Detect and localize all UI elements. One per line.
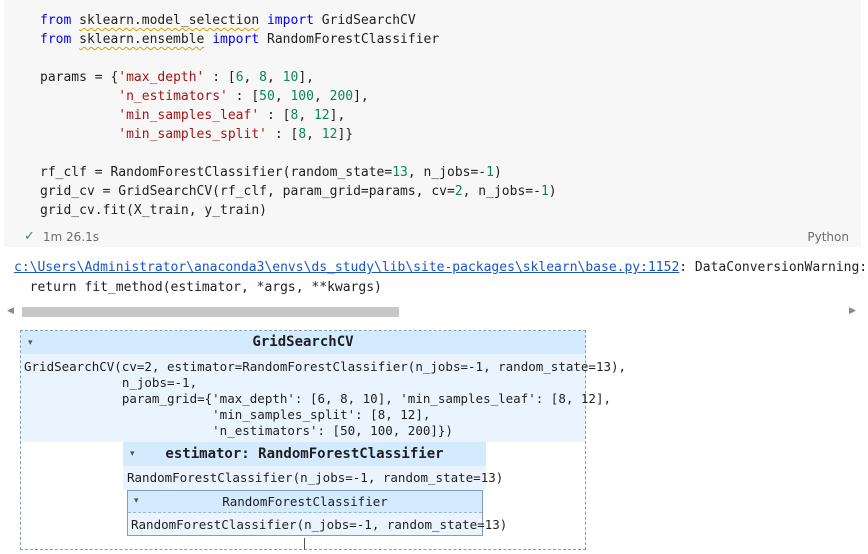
code-token: : [ <box>259 108 291 123</box>
code-token: params = { <box>40 70 119 85</box>
code-token: 12 <box>321 127 338 142</box>
code-token: 6 <box>235 70 244 85</box>
gridsearchcv-header[interactable]: ▾ GridSearchCV <box>21 331 585 354</box>
code-line: rf_clf = RandomForestClassifier(random_s… <box>40 163 557 182</box>
code-token: 10 <box>282 70 299 85</box>
warning-line2: return fit_method(estimator, *args, **kw… <box>14 280 382 295</box>
scrollbar-thumb[interactable] <box>22 307 399 317</box>
code-token: from <box>40 13 72 28</box>
code-token: , <box>306 127 322 142</box>
code-token: 1 <box>540 184 549 199</box>
scroll-right-icon[interactable]: ▶ <box>849 306 856 316</box>
scroll-left-icon[interactable]: ◀ <box>7 306 14 316</box>
code-token: , n_jobs=- <box>462 184 541 199</box>
code-line: 'min_samples_split' : [8, 12]} <box>40 125 557 144</box>
code-token: : [ <box>204 70 236 85</box>
code-token: , <box>298 108 314 123</box>
code-token: , n_jobs=- <box>407 165 487 180</box>
execution-duration: 1m 26.1s <box>42 229 100 244</box>
code-token: 13 <box>392 165 408 180</box>
code-token: , <box>243 70 260 85</box>
code-token: , <box>313 89 330 104</box>
code-token: import <box>266 13 314 28</box>
cell-status: ✓ 1m 26.1s <box>24 229 99 244</box>
check-icon: ✓ <box>24 229 35 244</box>
warning-message: : DataConversionWarning: <box>679 260 868 275</box>
code-token: ) <box>493 165 502 180</box>
estimator-header[interactable]: ▾ estimator: RandomForestClassifier <box>123 442 486 466</box>
gridsearchcv-details: GridSearchCV(cv=2, estimator=RandomFores… <box>21 354 626 442</box>
estimator-details: RandomForestClassifier(n_jobs=-1, random… <box>123 466 503 490</box>
code-cell[interactable]: from sklearn.model_selection import Grid… <box>4 0 861 247</box>
code-token: 8 <box>259 70 267 85</box>
code-token: 12 <box>313 108 330 123</box>
cell-language[interactable]: Python <box>807 230 849 244</box>
code-token: ) <box>548 184 557 199</box>
code-token: ]} <box>337 127 354 142</box>
gridsearchcv-estimator-box: ▾ GridSearchCV GridSearchCV(cv=2, estima… <box>20 330 626 550</box>
code-line: params = {'max_depth' : [6, 8, 10], <box>40 68 557 87</box>
code-token: RandomForestClassifier <box>259 32 440 47</box>
code-token: import <box>212 32 260 47</box>
code-token: grid_cv = GridSearchCV(rf_clf, param_gri… <box>40 184 455 199</box>
randomforest-box: ▾ RandomForestClassifier RandomForestCla… <box>127 490 507 536</box>
code-token: 'min_samples_split' <box>118 127 267 142</box>
gridsearchcv-title: GridSearchCV <box>252 334 354 350</box>
code-token: 'n_estimators' <box>118 89 228 104</box>
code-token: 50 <box>259 89 275 104</box>
code-token: from <box>40 32 72 47</box>
code-token: 'max_depth' <box>118 70 205 85</box>
estimator-repr: RandomForestClassifier(n_jobs=-1, random… <box>127 470 504 485</box>
code-token: : [ <box>267 127 299 142</box>
code-line: from sklearn.ensemble import RandomFores… <box>40 30 557 49</box>
code-token: sklearn.model_selection <box>79 13 260 28</box>
code-line: 'n_estimators' : [50, 100, 200], <box>40 87 557 106</box>
code-token: 2 <box>454 184 463 199</box>
code-line: grid_cv = GridSearchCV(rf_clf, param_gri… <box>40 182 557 201</box>
code-token: sklearn.ensemble <box>79 32 205 47</box>
randomforest-title: RandomForestClassifier <box>222 494 388 509</box>
code-token: 100 <box>290 89 314 104</box>
code-token: 8 <box>298 127 307 142</box>
code-line: 'min_samples_leaf' : [8, 12], <box>40 106 557 125</box>
warning-output: c:\Users\Administrator\anaconda3\envs\ds… <box>14 258 867 298</box>
code-token: ], <box>329 108 346 123</box>
code-token: grid_cv.fit(X_train, y_train) <box>40 203 267 218</box>
randomforest-header[interactable]: ▾ RandomForestClassifier <box>128 491 482 513</box>
code-token: ], <box>298 70 314 85</box>
estimator-title: estimator: RandomForestClassifier <box>165 446 444 462</box>
code-token: ], <box>353 89 369 104</box>
code-token: : [ <box>227 89 260 104</box>
estimator-box: ▾ estimator: RandomForestClassifier Rand… <box>123 442 507 550</box>
code-token: 200 <box>329 89 354 104</box>
code-token: GridSearchCV <box>313 13 416 28</box>
code-line: from sklearn.model_selection import Grid… <box>40 11 557 30</box>
gridsearchcv-repr: GridSearchCV(cv=2, estimator=RandomFores… <box>24 359 627 438</box>
code-token: , <box>274 89 291 104</box>
code-token: 1 <box>486 165 494 180</box>
code-token: rf_clf = RandomForestClassifier(random_s… <box>40 165 393 180</box>
code-token: , <box>267 70 283 85</box>
connector-line <box>304 538 305 550</box>
code-editor[interactable]: from sklearn.model_selection import Grid… <box>40 11 557 220</box>
code-line: grid_cv.fit(X_train, y_train) <box>40 201 557 220</box>
warning-file-link[interactable]: c:\Users\Administrator\anaconda3\envs\ds… <box>14 260 679 275</box>
randomforest-repr: RandomForestClassifier(n_jobs=-1, random… <box>131 517 508 532</box>
horizontal-scrollbar[interactable] <box>22 306 850 318</box>
code-token: 'min_samples_leaf' <box>118 108 260 123</box>
